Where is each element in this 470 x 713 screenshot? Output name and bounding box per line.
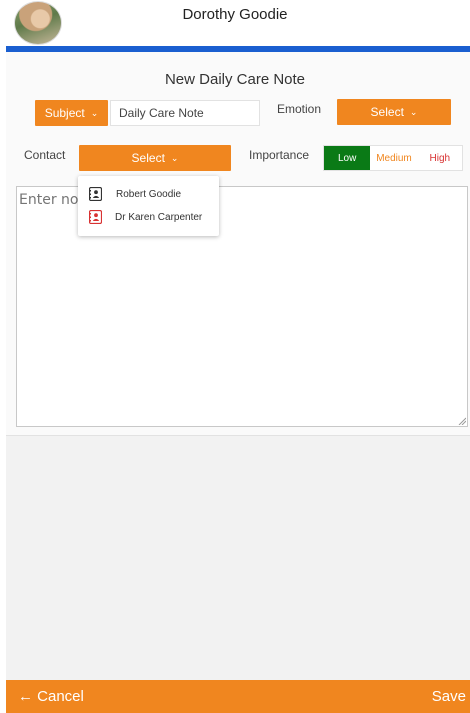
contact-option-karen-carpenter[interactable]: Dr Karen Carpenter xyxy=(78,205,219,229)
chevron-down-icon: ⌄ xyxy=(409,106,418,117)
contact-option-robert-goodie[interactable]: Robert Goodie xyxy=(78,182,219,206)
cancel-button[interactable]: ← Cancel xyxy=(18,688,84,705)
importance-low-option[interactable]: Low xyxy=(324,146,371,170)
save-button[interactable]: Save xyxy=(432,688,466,705)
emotion-label: Emotion xyxy=(277,102,322,116)
importance-toggle: Low Medium High xyxy=(323,145,463,171)
chevron-down-icon: ⌄ xyxy=(90,107,99,118)
importance-label: Importance xyxy=(249,148,310,162)
contact-select-label: Select xyxy=(131,151,165,165)
app-header: Dorothy Goodie xyxy=(0,0,470,46)
contact-dropdown: Robert Goodie Dr Karen Carpenter xyxy=(78,176,219,236)
contact-card-icon xyxy=(89,210,102,224)
resize-handle-icon[interactable] xyxy=(458,417,466,425)
contact-option-label: Robert Goodie xyxy=(116,188,182,200)
importance-medium-option[interactable]: Medium xyxy=(370,146,417,170)
contact-card-icon xyxy=(89,187,102,201)
importance-high-option[interactable]: High xyxy=(418,146,462,170)
contact-label: Contact xyxy=(24,148,66,162)
resident-name: Dorothy Goodie xyxy=(182,6,288,23)
emotion-select-label: Select xyxy=(370,105,404,119)
subject-button-label: Subject xyxy=(44,106,85,120)
subject-input[interactable] xyxy=(110,100,260,126)
contact-option-label: Dr Karen Carpenter xyxy=(115,211,203,223)
subject-button[interactable]: Subject ⌄ xyxy=(35,100,108,126)
form-title: New Daily Care Note xyxy=(164,71,306,88)
contact-select-button[interactable]: Select ⌄ xyxy=(79,145,231,171)
footer-bar: ← Cancel Save xyxy=(6,680,470,713)
chevron-down-icon: ⌄ xyxy=(170,152,179,163)
emotion-select-button[interactable]: Select ⌄ xyxy=(337,99,451,125)
